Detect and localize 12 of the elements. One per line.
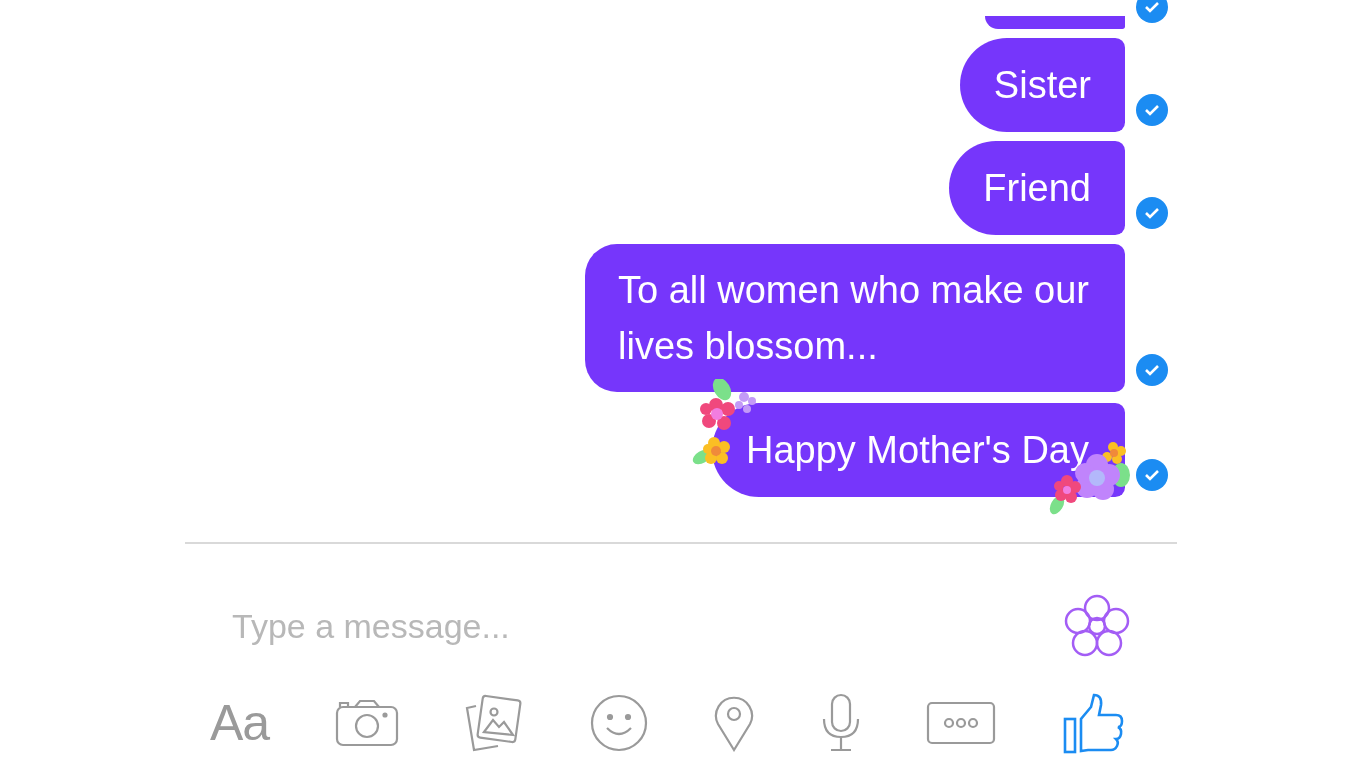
flower-icon[interactable]: [1064, 594, 1130, 658]
message-bubble: Friend: [949, 141, 1125, 235]
more-icon[interactable]: [926, 701, 997, 745]
message-bubble: To all women who make our lives blossom...: [585, 244, 1125, 392]
microphone-icon[interactable]: [820, 693, 861, 753]
text-format-button[interactable]: Aa: [210, 694, 270, 752]
camera-icon[interactable]: [334, 699, 399, 747]
thumbs-up-icon[interactable]: [1062, 691, 1126, 755]
message-bubble: Sister: [959, 38, 1125, 132]
location-pin-icon[interactable]: [713, 694, 756, 752]
smiley-icon[interactable]: [589, 694, 648, 752]
message-field[interactable]: Type a message...: [232, 606, 832, 646]
